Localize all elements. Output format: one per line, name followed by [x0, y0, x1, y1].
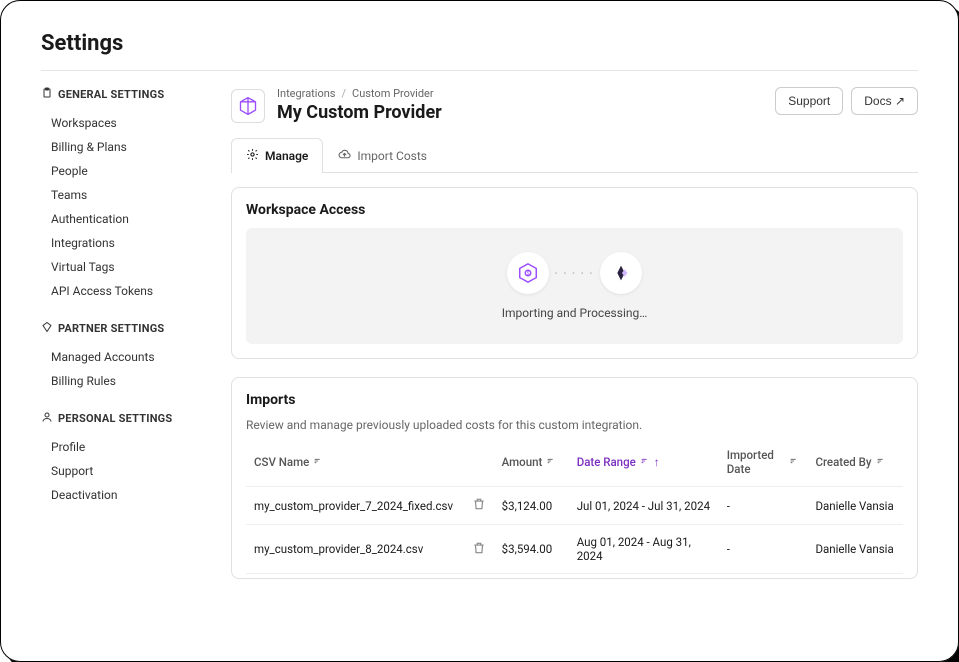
col-label: Created By — [815, 455, 871, 469]
cloud-upload-icon — [338, 148, 351, 164]
source-icon: $ — [507, 252, 549, 294]
amount-cell: $3,594.00 — [494, 525, 569, 574]
sort-asc-icon: ↑ — [654, 455, 660, 469]
sidebar-header-general: GENERAL SETTINGS — [41, 87, 201, 102]
col-label: Imported Date — [727, 448, 786, 476]
breadcrumb-leaf: Custom Provider — [352, 87, 434, 100]
settings-sidebar: GENERAL SETTINGS Workspaces Billing & Pl… — [41, 87, 201, 597]
workspace-status-box: $ • • • • • Importing and Processing… — [246, 228, 903, 344]
workspace-access-panel: Workspace Access $ • • • • • Importing a… — [231, 187, 918, 359]
col-header-imported-date[interactable]: Imported Date — [719, 438, 808, 487]
gear-icon — [246, 148, 259, 164]
tab-import-costs[interactable]: Import Costs — [323, 138, 442, 173]
sidebar-item-people[interactable]: People — [41, 159, 201, 183]
col-label: Date Range — [577, 455, 636, 469]
sidebar-item-support[interactable]: Support — [41, 459, 201, 483]
tabs: Manage Import Costs — [231, 137, 918, 173]
delete-import-button[interactable] — [472, 497, 486, 514]
sidebar-header-label: PARTNER SETTINGS — [58, 322, 164, 335]
col-header-date-range[interactable]: Date Range ↑ — [569, 438, 719, 487]
provider-icon — [231, 89, 265, 123]
sort-icon — [640, 455, 650, 469]
sort-icon — [313, 455, 323, 469]
sidebar-item-virtual-tags[interactable]: Virtual Tags — [41, 255, 201, 279]
sidebar-item-deactivation[interactable]: Deactivation — [41, 483, 201, 507]
created-by-cell: Danielle Vansia — [807, 525, 903, 574]
sidebar-item-workspaces[interactable]: Workspaces — [41, 111, 201, 135]
destination-icon — [600, 252, 642, 294]
col-label: CSV Name — [254, 455, 309, 469]
sidebar-header-label: PERSONAL SETTINGS — [58, 412, 172, 425]
col-header-amount[interactable]: Amount — [494, 438, 569, 487]
col-label: Amount — [502, 455, 543, 469]
imported-date-cell: - — [719, 525, 808, 574]
processing-status-text: Importing and Processing… — [256, 306, 893, 320]
imports-table: CSV Name Amount Date Range ↑ Imported Dat… — [246, 438, 903, 574]
sort-icon — [789, 455, 799, 469]
table-row: my_custom_provider_8_2024.csv $3,594.00 … — [246, 525, 903, 574]
imported-date-cell: - — [719, 487, 808, 525]
sort-icon — [876, 455, 886, 469]
breadcrumb: Integrations / Custom Provider — [277, 87, 763, 100]
sidebar-header-partner: PARTNER SETTINGS — [41, 321, 201, 336]
divider — [41, 70, 918, 71]
sidebar-item-integrations[interactable]: Integrations — [41, 231, 201, 255]
page-title: Settings — [41, 31, 918, 56]
docs-button[interactable]: Docs ↗ — [851, 87, 918, 115]
date-range-cell: Aug 01, 2024 - Aug 31, 2024 — [569, 525, 719, 574]
sidebar-header-label: GENERAL SETTINGS — [58, 88, 164, 101]
breadcrumb-separator: / — [341, 87, 346, 100]
created-by-cell: Danielle Vansia — [807, 487, 903, 525]
breadcrumb-root[interactable]: Integrations — [277, 87, 335, 100]
col-header-created-by[interactable]: Created By — [807, 438, 903, 487]
imports-subtitle: Review and manage previously uploaded co… — [246, 418, 903, 432]
diamond-icon — [41, 321, 53, 336]
tab-label: Manage — [265, 149, 308, 163]
sidebar-item-billing-plans[interactable]: Billing & Plans — [41, 135, 201, 159]
sidebar-header-personal: PERSONAL SETTINGS — [41, 411, 201, 426]
transfer-dots-icon: • • • • • — [555, 269, 594, 278]
provider-title: My Custom Provider — [277, 102, 763, 123]
tab-label: Import Costs — [357, 149, 427, 163]
csv-name-cell: my_custom_provider_7_2024_fixed.csv — [254, 499, 453, 513]
table-row: my_custom_provider_7_2024_fixed.csv $3,1… — [246, 487, 903, 525]
sort-icon — [546, 455, 556, 469]
date-range-cell: Jul 01, 2024 - Jul 31, 2024 — [569, 487, 719, 525]
workspace-access-title: Workspace Access — [246, 202, 903, 218]
svg-text:$: $ — [526, 270, 529, 277]
col-header-csv-name[interactable]: CSV Name — [246, 438, 494, 487]
user-icon — [41, 411, 53, 426]
sidebar-item-authentication[interactable]: Authentication — [41, 207, 201, 231]
imports-panel: Imports Review and manage previously upl… — [231, 377, 918, 579]
sidebar-item-billing-rules[interactable]: Billing Rules — [41, 369, 201, 393]
sidebar-item-profile[interactable]: Profile — [41, 435, 201, 459]
tab-manage[interactable]: Manage — [231, 138, 323, 173]
amount-cell: $3,124.00 — [494, 487, 569, 525]
csv-name-cell: my_custom_provider_8_2024.csv — [254, 542, 423, 556]
support-button[interactable]: Support — [775, 87, 843, 115]
clipboard-icon — [41, 87, 53, 102]
delete-import-button[interactable] — [472, 541, 486, 558]
imports-title: Imports — [246, 392, 903, 408]
sidebar-item-managed-accounts[interactable]: Managed Accounts — [41, 345, 201, 369]
sidebar-item-api-tokens[interactable]: API Access Tokens — [41, 279, 201, 303]
sidebar-item-teams[interactable]: Teams — [41, 183, 201, 207]
